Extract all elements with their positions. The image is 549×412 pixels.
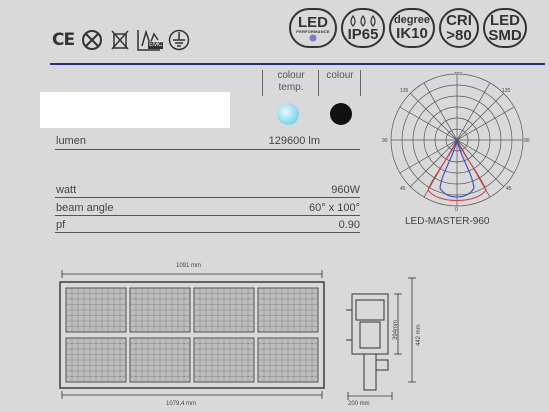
emc-icon: EMC [136, 28, 164, 52]
ce-mark-icon: CE [52, 30, 75, 50]
watt-value: 960W [331, 184, 360, 196]
width-bottom-dimension: 1079,4 mm [166, 401, 197, 407]
badge-cri-text: CRI [446, 12, 472, 29]
polar-angle-135-left: 135 [400, 88, 409, 94]
colour-temp-header: colour temp. [266, 70, 316, 94]
polar-light-distribution-diagram: 180 135 135 90 90 45 45 0 [382, 72, 530, 212]
ik10-badge: degree IK10 [389, 8, 435, 48]
colour-temp-label-line1: colour [277, 70, 305, 81]
width-top-dimension: 1091 mm [176, 263, 202, 269]
badge-led-smd-line1: LED [490, 12, 520, 29]
led-performance-badge: LED PERFORMANCE [289, 8, 337, 48]
badge-cri-value: >80 [446, 27, 472, 44]
ip65-badge: IP65 [341, 8, 385, 48]
lumen-label: lumen [56, 135, 86, 147]
polar-angle-45-left: 45 [400, 186, 406, 192]
front-view-drawing [59, 270, 325, 399]
divider [55, 149, 360, 150]
divider [55, 215, 360, 216]
emc-label: EMC [148, 42, 164, 49]
badge-led-smd-line2: SMD [488, 27, 522, 44]
header-divider [50, 63, 545, 65]
beam-angle-value: 60° x 100° [309, 202, 360, 214]
inner-height-dimension: 394mm [393, 319, 399, 340]
colour-temp-swatch [277, 103, 299, 125]
certification-marks: CE EMC [52, 28, 190, 52]
cri-badge: CRI >80 [439, 8, 479, 48]
badge-ik10-text: IK10 [396, 25, 428, 42]
badge-led-text: LED [298, 13, 328, 31]
lumen-value: 129600 lm [268, 135, 320, 147]
led-dot-icon [309, 34, 317, 41]
feature-badges: LED PERFORMANCE IP65 degree IK10 CRI >80… [289, 8, 527, 48]
divider [55, 232, 360, 233]
outer-height-dimension: 442 mm [416, 324, 422, 346]
weee-icon [111, 30, 129, 50]
pf-label: pf [56, 219, 66, 231]
product-image-placeholder [40, 92, 230, 128]
pf-value: 0.90 [338, 219, 360, 231]
x-bin-icon [82, 30, 103, 50]
model-name: LED-MASTER-960 [405, 216, 490, 227]
watt-label: watt [56, 184, 77, 196]
divider [55, 197, 360, 198]
led-smd-badge: LED SMD [483, 8, 527, 48]
badge-ip65-text: IP65 [347, 25, 379, 43]
polar-angle-90-right: 90 [524, 138, 530, 144]
polar-angle-180: 180 [454, 72, 463, 75]
earth-ground-icon [168, 29, 190, 51]
polar-angle-135-right: 135 [502, 88, 511, 94]
column-divider [360, 70, 361, 96]
water-drops-icon [350, 14, 376, 27]
polar-angle-90-left: 90 [382, 138, 388, 144]
colour-header: colour [326, 70, 354, 81]
polar-angle-0: 0 [455, 207, 458, 212]
column-divider [262, 70, 263, 96]
column-divider [318, 70, 319, 96]
polar-angle-45-right: 45 [506, 186, 512, 192]
colour-temp-label-line2: temp. [278, 82, 304, 93]
side-width-dimension: 200 mm [348, 401, 370, 407]
colour-swatch [330, 103, 352, 125]
beam-angle-label: beam angle [56, 202, 114, 214]
